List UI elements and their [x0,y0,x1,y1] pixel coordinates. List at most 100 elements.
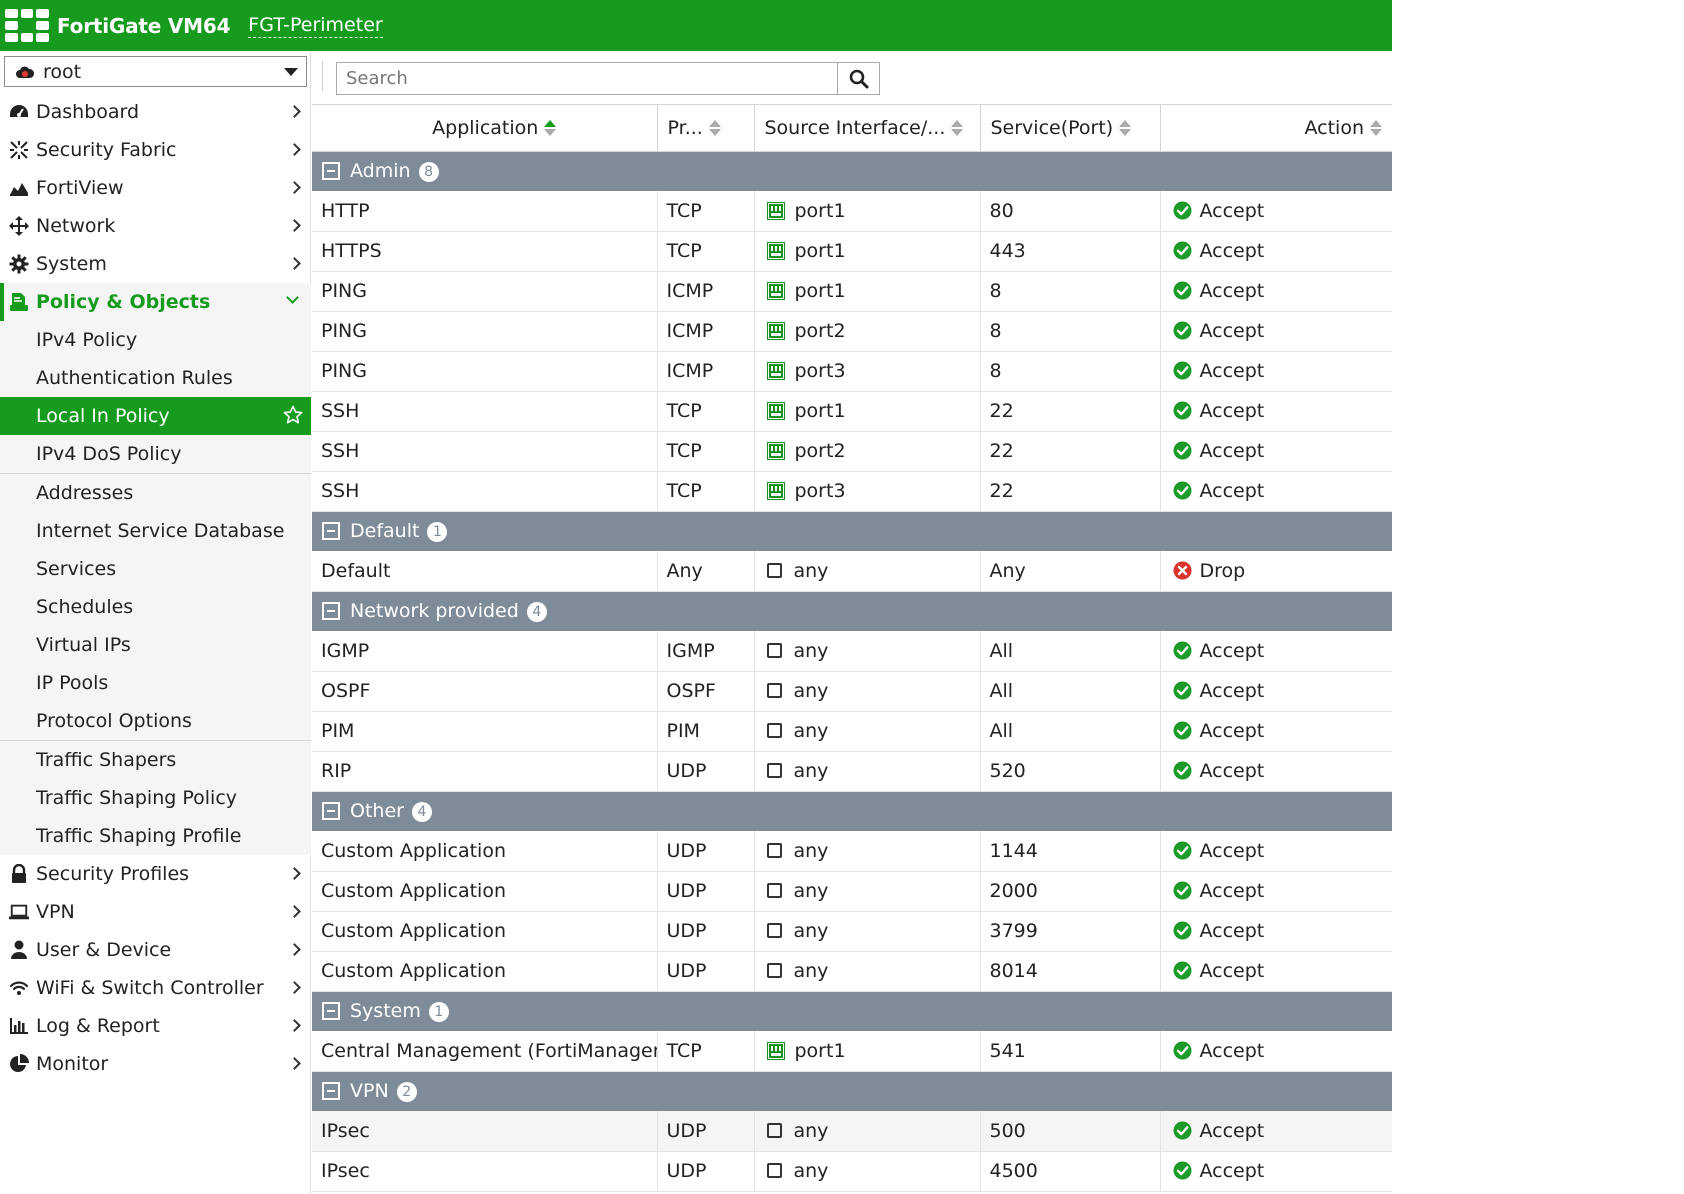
group-row-network-provided[interactable]: Network provided 4 [312,591,1392,631]
sidebar-item-fortiview[interactable]: FortiView [0,169,311,207]
submenu-item-ipv4-policy[interactable]: IPv4 Policy [0,321,311,359]
submenu-item-label: Schedules [36,596,134,618]
sort-icon[interactable] [1370,119,1382,137]
collapse-group-icon[interactable] [322,522,340,541]
sidebar-item-wifi-and-switch-controller[interactable]: WiFi & Switch Controller [0,969,311,1007]
cell-protocol: Any [657,551,755,592]
accept-check-icon [1173,1161,1192,1180]
sidebar-item-monitor[interactable]: Monitor [0,1045,311,1083]
collapse-group-icon[interactable] [322,802,340,821]
column-header-source-interface[interactable]: Source Interface/... [754,105,981,152]
table-row[interactable]: Custom Application UDP any 8014 Accept [312,951,1392,992]
cell-application: PING [312,271,658,312]
table-row[interactable]: IPsec UDP any 4500 Accept [312,1151,1392,1192]
table-header-row: Application Pr... Source Interface/... S… [312,105,1392,152]
submenu-item-protocol-options[interactable]: Protocol Options [0,702,311,740]
fortinet-logo-icon[interactable] [5,9,49,42]
table-row[interactable]: Default Any any Any Drop [312,551,1392,592]
source-interface-label: port2 [794,320,846,342]
sidebar-item-policy-and-objects[interactable]: Policy & Objects [0,283,311,321]
cell-action: Accept [1160,431,1392,472]
sidebar-item-network[interactable]: Network [0,207,311,245]
cell-action: Accept [1160,631,1392,672]
table-row[interactable]: Custom Application UDP any 2000 Accept [312,871,1392,912]
sidebar-item-label: Security Fabric [36,139,177,161]
column-header-application[interactable]: Application [312,105,658,152]
sidebar-item-system[interactable]: System [0,245,311,283]
action-label: Accept [1199,280,1265,302]
sidebar-item-log-and-report[interactable]: Log & Report [0,1007,311,1045]
submenu-item-addresses[interactable]: Addresses [0,474,311,512]
table-row[interactable]: HTTP TCP port1 80 Accept [312,191,1392,232]
submenu-item-label: Authentication Rules [36,367,233,389]
group-count-badge: 8 [418,162,439,183]
search-button[interactable] [837,62,880,95]
submenu-item-traffic-shapers[interactable]: Traffic Shapers [0,741,311,779]
source-interface-label: port3 [794,360,846,382]
any-interface-icon [766,963,782,978]
sidebar-item-label: WiFi & Switch Controller [36,977,264,999]
sidebar-item-vpn[interactable]: VPN [0,893,311,931]
submenu-item-ip-pools[interactable]: IP Pools [0,664,311,702]
cell-action: Accept [1160,911,1392,952]
favorite-star-icon[interactable] [283,405,303,430]
submenu-item-traffic-shaping-profile[interactable]: Traffic Shaping Profile [0,817,311,855]
submenu-item-ipv4-dos-policy[interactable]: IPv4 DoS Policy [0,435,311,473]
table-row[interactable]: PING ICMP port2 8 Accept [312,311,1392,352]
sort-icon[interactable] [951,119,964,137]
cell-source-interface: any [754,751,981,792]
sort-icon[interactable] [1119,119,1132,137]
sidebar-item-security-fabric[interactable]: Security Fabric [0,131,311,169]
table-row[interactable]: PIM PIM any All Accept [312,711,1392,752]
column-header-action[interactable]: Action [1160,105,1392,152]
table-row[interactable]: RIP UDP any 520 Accept [312,751,1392,792]
sidebar-item-label: System [36,253,107,275]
sidebar-item-security-profiles[interactable]: Security Profiles [0,855,311,893]
table-body: Admin 8 HTTP TCP port1 80 Accept HTTPS TC… [312,151,1392,1192]
table-row[interactable]: IPsec UDP any 500 Accept [312,1111,1392,1152]
hostname-link[interactable]: FGT-Perimeter [248,14,383,38]
column-header-service-port[interactable]: Service(Port) [980,105,1161,152]
table-row[interactable]: SSH TCP port2 22 Accept [312,431,1392,472]
sidebar-item-dashboard[interactable]: Dashboard [0,93,311,131]
search-input[interactable] [336,62,838,95]
table-row[interactable]: Central Management (FortiManager) TCP po… [312,1031,1392,1072]
cell-action: Accept [1160,391,1392,432]
table-row[interactable]: Custom Application UDP any 3799 Accept [312,911,1392,952]
group-row-vpn[interactable]: VPN 2 [312,1071,1392,1111]
submenu-item-internet-service-database[interactable]: Internet Service Database [0,512,311,550]
table-row[interactable]: SSH TCP port3 22 Accept [312,471,1392,512]
table-row[interactable]: SSH TCP port1 22 Accept [312,391,1392,432]
sort-ascending-icon[interactable] [544,119,557,137]
cell-source-interface: any [754,1151,981,1192]
submenu-item-services[interactable]: Services [0,550,311,588]
table-row[interactable]: PING ICMP port3 8 Accept [312,351,1392,392]
sidebar-item-user-and-device[interactable]: User & Device [0,931,311,969]
table-row[interactable]: PING ICMP port1 8 Accept [312,271,1392,312]
action-label: Accept [1199,760,1265,782]
vdom-select[interactable]: root [4,56,307,87]
sort-icon[interactable] [708,119,721,137]
collapse-group-icon[interactable] [322,602,340,621]
submenu-item-traffic-shaping-policy[interactable]: Traffic Shaping Policy [0,779,311,817]
table-row[interactable]: HTTPS TCP port1 443 Accept [312,231,1392,272]
collapse-group-icon[interactable] [322,162,340,181]
cell-service-port: 443 [980,231,1161,272]
group-row-other[interactable]: Other 4 [312,791,1392,831]
submenu-item-authentication-rules[interactable]: Authentication Rules [0,359,311,397]
interface-port-icon [766,282,785,300]
group-row-admin[interactable]: Admin 8 [312,151,1392,191]
submenu-item-schedules[interactable]: Schedules [0,588,311,626]
submenu-item-local-in-policy[interactable]: Local In Policy [0,397,311,435]
submenu-item-virtual-ips[interactable]: Virtual IPs [0,626,311,664]
collapse-group-icon[interactable] [322,1082,340,1101]
chevron-right-icon [288,257,301,270]
submenu-item-label: Local In Policy [36,405,170,427]
collapse-group-icon[interactable] [322,1002,340,1021]
group-row-system[interactable]: System 1 [312,991,1392,1031]
column-header-protocol[interactable]: Pr... [657,105,755,152]
table-row[interactable]: IGMP IGMP any All Accept [312,631,1392,672]
table-row[interactable]: Custom Application UDP any 1144 Accept [312,831,1392,872]
table-row[interactable]: OSPF OSPF any All Accept [312,671,1392,712]
group-row-default[interactable]: Default 1 [312,511,1392,551]
